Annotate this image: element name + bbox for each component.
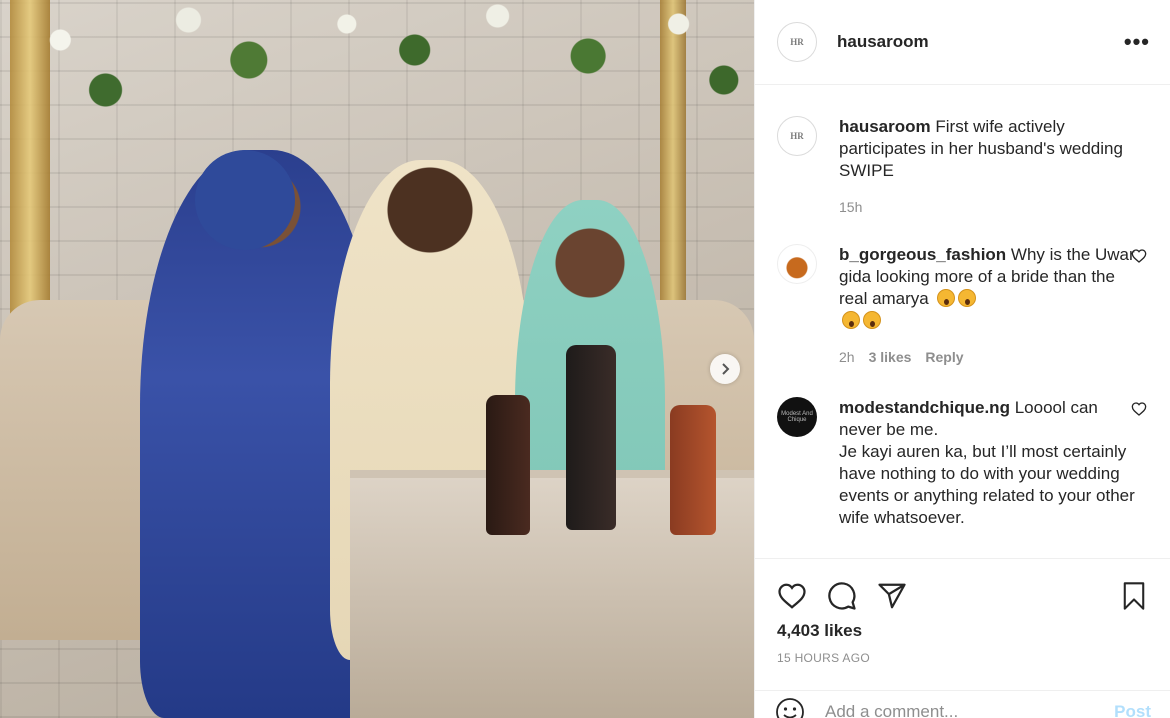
- paper-plane-icon: [878, 583, 906, 609]
- avatar[interactable]: HR: [777, 116, 817, 156]
- comment: Modest And Chique modestandchique.ng Loo…: [777, 397, 1157, 529]
- commenter-avatar[interactable]: [777, 244, 817, 284]
- commenter-avatar[interactable]: Modest And Chique: [777, 397, 817, 437]
- comment-likes[interactable]: 3 likes: [869, 346, 912, 368]
- comment-input[interactable]: Add a comment...: [825, 702, 958, 718]
- save-button[interactable]: [1117, 579, 1151, 613]
- astonished-emoji-icon: [936, 289, 955, 307]
- avatar[interactable]: HR: [777, 22, 817, 62]
- caption: HR hausaroom First wife actively partici…: [777, 116, 1157, 218]
- photo-bottle: [486, 395, 530, 535]
- avatar-text: HR: [790, 37, 804, 47]
- comment-time[interactable]: 2h: [839, 346, 855, 368]
- more-options-icon[interactable]: •••: [1124, 29, 1150, 55]
- post-photo[interactable]: [0, 0, 754, 718]
- comment: b_gorgeous_fashion Why is the Uwar gida …: [777, 244, 1157, 368]
- astonished-emoji-icon: [842, 311, 860, 329]
- post-header: HR hausaroom •••: [755, 0, 1170, 85]
- comments-section[interactable]: HR hausaroom First wife actively partici…: [755, 86, 1170, 558]
- heart-icon: [778, 583, 806, 609]
- next-slide-button[interactable]: [710, 354, 740, 384]
- likes-count[interactable]: 4,403 likes: [755, 621, 1170, 641]
- comment-icon: [828, 582, 856, 610]
- reply-button[interactable]: Reply: [925, 346, 963, 368]
- comment-username[interactable]: b_gorgeous_fashion: [839, 245, 1006, 264]
- comment-button[interactable]: [825, 579, 859, 613]
- post-sidebar: HR hausaroom ••• HR hausaroom First wife…: [754, 0, 1170, 718]
- like-comment-icon[interactable]: [1131, 401, 1147, 417]
- post-username[interactable]: hausaroom: [837, 32, 929, 52]
- comment-username[interactable]: modestandchique.ng: [839, 398, 1010, 417]
- caption-username[interactable]: hausaroom: [839, 117, 931, 136]
- post-time[interactable]: 15 HOURS AGO: [755, 651, 1170, 665]
- photo-bottle: [566, 345, 616, 530]
- avatar-text: HR: [790, 131, 804, 141]
- like-comment-icon[interactable]: [1131, 248, 1147, 264]
- caption-time[interactable]: 15h: [839, 196, 862, 218]
- bookmark-icon: [1123, 582, 1145, 610]
- avatar-text: Modest And Chique: [781, 411, 813, 423]
- photo-headtie: [195, 150, 295, 250]
- like-button[interactable]: [775, 579, 809, 613]
- photo-bottle: [670, 405, 716, 535]
- emoji-icon[interactable]: [775, 697, 805, 718]
- add-comment-bar: Add a comment... Post: [755, 690, 1170, 718]
- chevron-right-icon: [722, 363, 730, 375]
- astonished-emoji-icon: [863, 311, 881, 329]
- post-comment-button[interactable]: Post: [1114, 702, 1151, 718]
- share-button[interactable]: [875, 579, 909, 613]
- astonished-emoji-icon: [957, 289, 976, 307]
- comment-text-continued: Je kayi auren ka, but I’ll most certainl…: [839, 442, 1135, 527]
- photo-floral-arch: [0, 0, 754, 200]
- post-actions: 4,403 likes 15 HOURS AGO: [755, 558, 1170, 698]
